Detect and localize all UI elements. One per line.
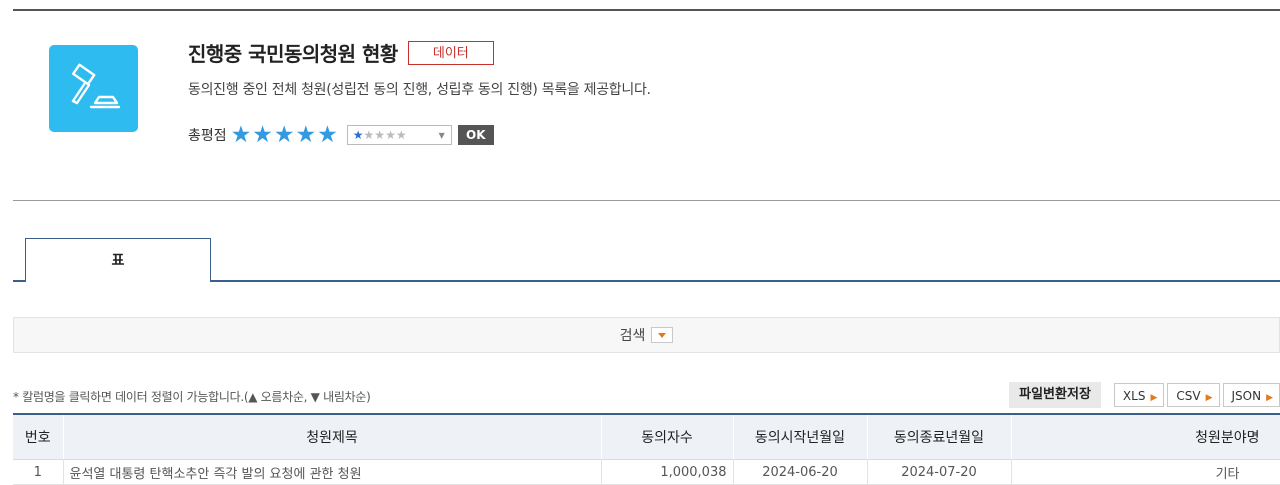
cell-start-date: 2024-06-20	[733, 460, 867, 485]
search-label: 검색	[620, 325, 646, 345]
gavel-icon	[65, 63, 123, 115]
star-icon: ★	[353, 128, 364, 142]
star-icon: ★	[274, 123, 295, 147]
table-header-row: 번호 청원제목 동의자수 동의시작년월일 동의종료년월일 청원분야명	[13, 414, 1280, 460]
data-badge: 데이터	[408, 41, 494, 65]
column-header-number[interactable]: 번호	[13, 414, 63, 460]
chevron-down-icon: ▼	[439, 131, 445, 140]
tab-table[interactable]: 표	[25, 238, 211, 282]
file-export: 파일변환저장 XLS▶ CSV▶ JSON▶	[1009, 382, 1280, 408]
app-icon	[49, 45, 138, 132]
cell-number: 1	[13, 460, 63, 485]
xls-download-button[interactable]: XLS▶	[1114, 383, 1164, 407]
play-icon: ▶	[1206, 393, 1213, 403]
file-export-label: 파일변환저장	[1009, 382, 1101, 408]
star-icon: ★	[231, 123, 252, 147]
star-icon: ★	[385, 128, 396, 142]
json-download-button[interactable]: JSON▶	[1223, 383, 1280, 407]
cell-end-date: 2024-07-20	[867, 460, 1011, 485]
title-row: 진행중 국민동의청원 현황 데이터	[188, 38, 494, 67]
rating-area: 총평점 ★ ★ ★ ★ ★ ★ ★ ★ ★ ★ ▼ OK	[188, 123, 494, 147]
play-icon: ▶	[1266, 393, 1273, 403]
column-header-start-date[interactable]: 동의시작년월일	[733, 414, 867, 460]
star-icon: ★	[374, 128, 385, 142]
search-toggle-button[interactable]	[651, 327, 673, 343]
rating-ok-button[interactable]: OK	[458, 125, 494, 145]
play-icon: ▶	[1150, 393, 1157, 403]
star-icon: ★	[296, 123, 317, 147]
cell-category: 기타	[1011, 460, 1280, 485]
star-icon: ★	[317, 123, 338, 147]
rating-label: 총평점	[188, 125, 227, 145]
sort-note: * 칼럼명을 클릭하면 데이터 정렬이 가능합니다.(▲ 오름차순, ▼ 내림차…	[13, 388, 370, 405]
csv-download-button[interactable]: CSV▶	[1167, 383, 1219, 407]
top-divider	[13, 9, 1280, 11]
column-header-agree-count[interactable]: 동의자수	[601, 414, 733, 460]
section-divider	[13, 200, 1280, 201]
star-icon: ★	[252, 123, 273, 147]
rating-stars: ★ ★ ★ ★ ★	[231, 123, 339, 147]
page-title: 진행중 국민동의청원 현황	[188, 38, 398, 67]
search-bar: 검색	[13, 317, 1280, 353]
column-header-title[interactable]: 청원제목	[63, 414, 601, 460]
cell-agree-count: 1,000,038	[601, 460, 733, 485]
data-table: 번호 청원제목 동의자수 동의시작년월일 동의종료년월일 청원분야명 1 윤석열…	[13, 413, 1280, 485]
cell-title[interactable]: 윤석열 대통령 탄핵소추안 즉각 발의 요청에 관한 청원	[63, 460, 601, 485]
rating-select[interactable]: ★ ★ ★ ★ ★ ▼	[347, 125, 452, 145]
star-icon: ★	[396, 128, 407, 142]
star-icon: ★	[364, 128, 375, 142]
table-row[interactable]: 1 윤석열 대통령 탄핵소추안 즉각 발의 요청에 관한 청원 1,000,03…	[13, 460, 1280, 485]
page-description: 동의진행 중인 전체 청원(성립전 동의 진행, 성립후 동의 진행) 목록을 …	[188, 79, 651, 99]
column-header-end-date[interactable]: 동의종료년월일	[867, 414, 1011, 460]
column-header-category[interactable]: 청원분야명	[1011, 414, 1280, 460]
